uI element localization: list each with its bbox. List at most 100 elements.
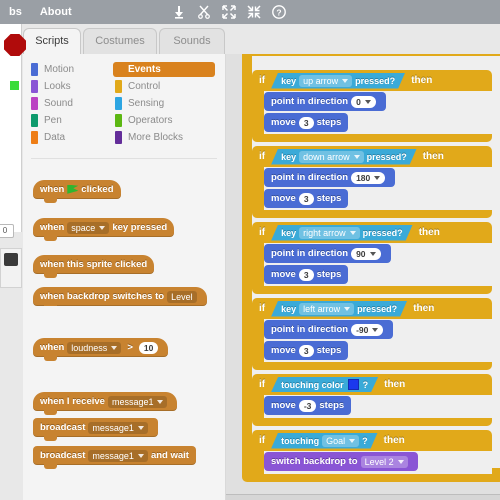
condition-touching-color[interactable]: touching color ? (271, 377, 378, 392)
backdrop-dropdown[interactable]: Level (167, 290, 197, 303)
cut-icon[interactable] (197, 5, 211, 19)
loudness-dropdown[interactable]: loudness (67, 341, 122, 354)
block-if-right-arrow[interactable]: if key right arrow pressed? then point i… (252, 222, 492, 294)
block-point-in-direction[interactable]: point in direction 0 (264, 92, 386, 111)
if-body: point in direction 90 move 3 steps (264, 243, 492, 286)
palette-block-when-flag-clicked[interactable]: when clicked (33, 180, 121, 203)
block-label: move (271, 269, 296, 280)
message-dropdown[interactable]: message1 (107, 395, 168, 408)
chevron-down-icon (137, 425, 144, 430)
palette-block-when-sprite-clicked[interactable]: when this sprite clicked (33, 255, 155, 278)
dropdown-value: message1 (111, 396, 154, 407)
direction-input[interactable]: 0 (351, 95, 376, 108)
if-header: if key up arrow pressed? then (252, 70, 432, 91)
block-if-touching-color[interactable]: if touching color ? then move -3 steps (252, 374, 492, 426)
steps-input[interactable]: 3 (298, 344, 314, 357)
script-canvas[interactable]: forever ↻ if key up arrow pressed? then … (226, 54, 500, 500)
help-icon[interactable]: ? (272, 5, 286, 19)
palette-block-when-key-pressed[interactable]: when space key pressed (33, 218, 175, 241)
block-switch-backdrop[interactable]: switch backdrop to Level 2 (264, 452, 418, 471)
shrink-icon[interactable] (247, 5, 261, 19)
dropdown-value: down arrow (303, 151, 350, 162)
category-swatch (115, 114, 122, 127)
dropdown-value: message1 (92, 450, 134, 461)
category-data[interactable]: Data (31, 130, 115, 145)
category-looks[interactable]: Looks (31, 79, 115, 94)
category-pen[interactable]: Pen (31, 113, 115, 128)
key-dropdown[interactable]: down arrow (299, 151, 364, 163)
palette-block-broadcast[interactable]: broadcast message1 (33, 418, 158, 441)
message-dropdown[interactable]: message1 (88, 449, 148, 462)
color-swatch[interactable] (348, 379, 359, 390)
steps-input[interactable]: -3 (298, 399, 317, 412)
category-control[interactable]: Control (115, 79, 215, 94)
palette-block-broadcast-and-wait[interactable]: broadcast message1 and wait (33, 446, 196, 469)
category-motion[interactable]: Motion (31, 62, 115, 77)
if-body: move -3 steps (264, 395, 492, 418)
condition-touching[interactable]: touching Goal ? (271, 433, 378, 449)
sprite-thumbnail[interactable] (4, 253, 18, 266)
block-label: when (40, 184, 65, 195)
grow-icon[interactable] (222, 5, 236, 19)
menu-item-about[interactable]: About (31, 0, 81, 24)
block-label: steps (319, 400, 345, 411)
block-move-steps[interactable]: move 3 steps (264, 341, 349, 360)
category-operators[interactable]: Operators (115, 113, 215, 128)
block-if-down-arrow[interactable]: if key down arrow pressed? then point in… (252, 146, 492, 218)
if-header: if key left arrow pressed? then (252, 298, 434, 319)
block-point-in-direction[interactable]: point in direction -90 (264, 320, 394, 339)
block-label: when backdrop switches to (40, 291, 165, 302)
then-keyword: then (383, 435, 405, 446)
category-events[interactable]: Events (113, 62, 215, 77)
condition-label: key (281, 303, 297, 314)
steps-input[interactable]: 3 (298, 268, 314, 281)
block-if-up-arrow[interactable]: if key up arrow pressed? then point in d… (252, 70, 492, 142)
direction-input[interactable]: -90 (351, 323, 384, 336)
target-dropdown[interactable]: Goal (322, 435, 359, 447)
category-sound[interactable]: Sound (31, 96, 115, 111)
key-dropdown[interactable]: left arrow (299, 303, 354, 315)
then-keyword: then (384, 379, 406, 390)
if-header: if touching Goal ? then (252, 430, 405, 451)
direction-input[interactable]: 90 (351, 247, 381, 260)
direction-input[interactable]: 180 (351, 171, 386, 184)
category-more-blocks[interactable]: More Blocks (115, 130, 215, 145)
backdrop-dropdown[interactable]: Level 2 (360, 455, 408, 468)
condition-key-pressed[interactable]: key right arrow pressed? (271, 225, 413, 241)
message-dropdown[interactable]: message1 (88, 421, 148, 434)
block-move-steps[interactable]: move 3 steps (264, 265, 349, 284)
condition-key-pressed[interactable]: key up arrow pressed? (271, 73, 405, 89)
then-keyword: then (422, 151, 444, 162)
block-if-left-arrow[interactable]: if key left arrow pressed? then point in… (252, 298, 492, 370)
palette-block-when-i-receive[interactable]: when I receive message1 (33, 392, 178, 415)
zoom-value[interactable]: 0 (0, 224, 14, 238)
key-dropdown[interactable]: up arrow (299, 75, 352, 87)
block-label: when (40, 342, 65, 353)
block-point-in-direction[interactable]: point in direction 90 (264, 244, 391, 263)
block-point-in-direction[interactable]: point in direction 180 (264, 168, 396, 187)
palette-block-when-backdrop-switches[interactable]: when backdrop switches to Level (33, 287, 207, 306)
category-sensing[interactable]: Sensing (115, 96, 215, 111)
steps-input[interactable]: 3 (298, 116, 314, 129)
key-dropdown[interactable]: space (67, 221, 110, 234)
chevron-down-icon (137, 453, 144, 458)
tab-costumes[interactable]: Costumes (83, 28, 157, 54)
block-move-steps[interactable]: move 3 steps (264, 113, 349, 132)
steps-input[interactable]: 3 (298, 192, 314, 205)
condition-label: touching (281, 435, 320, 446)
block-if-touching-goal[interactable]: if touching Goal ? then switch backdrop … (252, 430, 492, 482)
block-move-steps[interactable]: move 3 steps (264, 189, 349, 208)
loudness-threshold-input[interactable]: 10 (138, 341, 159, 354)
tab-scripts[interactable]: Scripts (23, 28, 81, 54)
condition-key-pressed[interactable]: key down arrow pressed? (271, 149, 417, 165)
palette-block-when-loudness[interactable]: when loudness > 10 (33, 338, 169, 361)
condition-key-pressed[interactable]: key left arrow pressed? (271, 301, 407, 317)
key-dropdown[interactable]: right arrow (299, 227, 360, 239)
category-swatch (31, 114, 38, 127)
block-move-steps[interactable]: move -3 steps (264, 396, 352, 415)
chevron-down-icon (369, 251, 376, 256)
tab-sounds[interactable]: Sounds (159, 28, 225, 54)
category-label: Sensing (128, 98, 165, 109)
menu-item-jobs[interactable]: bs (0, 0, 31, 24)
duplicate-icon[interactable] (172, 5, 186, 19)
